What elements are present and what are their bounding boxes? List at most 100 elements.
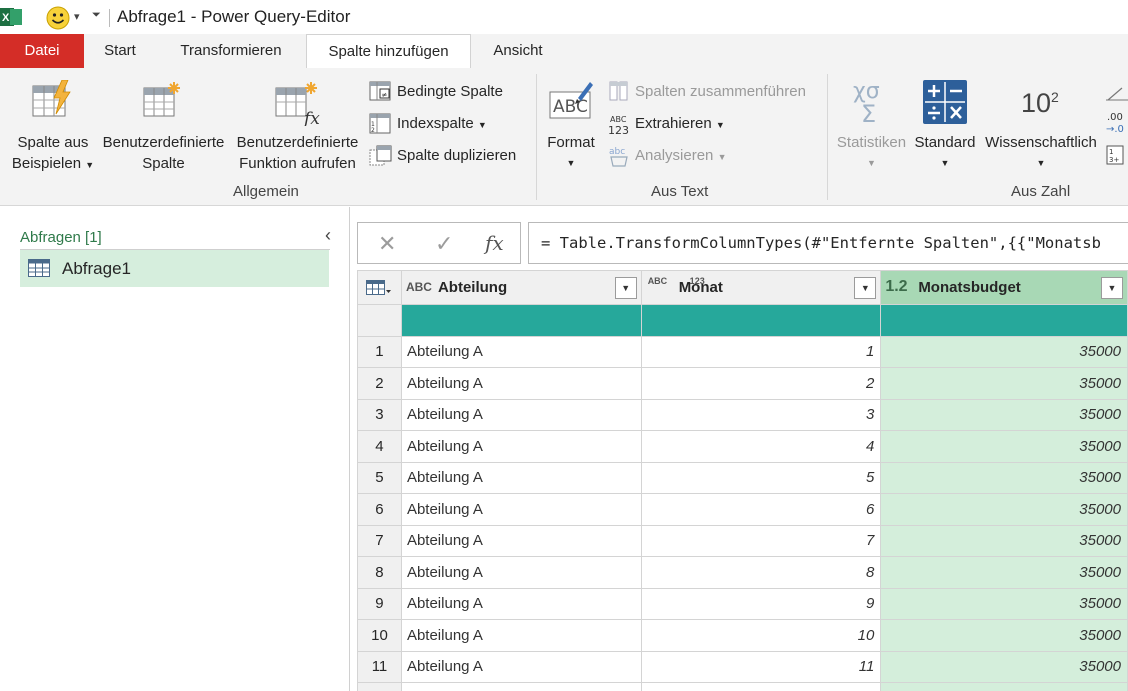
- cell-monat[interactable]: 10: [640, 619, 882, 652]
- decimal-type-icon: 1.2: [885, 278, 908, 295]
- table-row[interactable]: 1 Abteilung A 1 35000: [357, 335, 1128, 368]
- cell-monat[interactable]: 8: [640, 556, 882, 589]
- tab-datei[interactable]: Datei: [0, 34, 84, 68]
- row-number[interactable]: 7: [357, 524, 402, 557]
- table-row[interactable]: 8 Abteilung A 8 35000: [357, 556, 1128, 589]
- cell-monat[interactable]: 1: [640, 335, 882, 368]
- tab-spalte-hinzufuegen[interactable]: Spalte hinzufügen: [306, 34, 471, 69]
- row-number[interactable]: 10: [357, 619, 402, 652]
- cell-abteilung[interactable]: Abteilung A: [400, 524, 642, 557]
- cell-abteilung[interactable]: Abteilung A: [400, 461, 642, 494]
- cell-monatsbudget[interactable]: 35000: [880, 682, 1128, 691]
- smiley-dropdown-icon[interactable]: ▾: [74, 10, 80, 23]
- column-header-monat[interactable]: ABC 123 Monat ▼: [640, 270, 882, 305]
- filter-dropdown-button[interactable]: ▼: [854, 277, 877, 299]
- cell-monat[interactable]: 9: [640, 587, 882, 620]
- column-header-monatsbudget[interactable]: 1.2 Monatsbudget ▼: [880, 270, 1128, 305]
- cell-abteilung[interactable]: Abteilung A: [400, 650, 642, 683]
- row-number[interactable]: 12: [357, 682, 402, 691]
- cell-monatsbudget[interactable]: 35000: [880, 367, 1128, 400]
- cell-monatsbudget[interactable]: 35000: [880, 650, 1128, 683]
- cell-monat[interactable]: 2: [640, 367, 882, 400]
- cell-abteilung[interactable]: Abteilung A: [400, 682, 642, 691]
- cell-monatsbudget[interactable]: 35000: [880, 430, 1128, 463]
- insert-function-icon[interactable]: fx: [485, 231, 504, 255]
- table-row[interactable]: 11 Abteilung A 11 35000: [357, 650, 1128, 683]
- benutzerdefinierte-spalte-label: Benutzerdefinierte Spalte: [102, 134, 225, 172]
- cell-monatsbudget[interactable]: 35000: [880, 398, 1128, 431]
- table-row[interactable]: 3 Abteilung A 3 35000: [357, 398, 1128, 431]
- cell-monat[interactable]: 4: [640, 430, 882, 463]
- table-row[interactable]: 7 Abteilung A 7 35000: [357, 524, 1128, 557]
- smiley-icon[interactable]: [46, 6, 70, 30]
- header-row: ABC Abteilung ▼ ABC 123 Monat ▼ 1.2 Mona…: [357, 270, 1128, 305]
- row-number[interactable]: 8: [357, 556, 402, 589]
- excel-icon: X: [0, 8, 22, 26]
- ribbon: Spalte aus Beispielen ▼ Benutzerdefinier…: [0, 68, 1128, 206]
- table-row[interactable]: 9 Abteilung A 9 35000: [357, 587, 1128, 620]
- row-number[interactable]: 6: [357, 493, 402, 526]
- table-row[interactable]: 2 Abteilung A 2 35000: [357, 367, 1128, 400]
- filter-dropdown-button[interactable]: ▼: [1101, 277, 1123, 299]
- cell-abteilung[interactable]: Abteilung A: [400, 398, 642, 431]
- table-row[interactable]: 4 Abteilung A 4 35000: [357, 430, 1128, 463]
- cancel-icon[interactable]: ✕: [378, 231, 396, 257]
- scientific-icon: 102: [1021, 88, 1059, 118]
- customize-qat-icon[interactable]: ⏷: [92, 9, 101, 22]
- column-quality-bar: [357, 304, 1128, 337]
- cell-monat[interactable]: 7: [640, 524, 882, 557]
- benutzerdefinierte-funktion-label: Benutzerdefinierte Funktion aufrufen: [236, 134, 359, 172]
- tab-ansicht[interactable]: Ansicht: [483, 34, 553, 68]
- row-number[interactable]: 4: [357, 430, 402, 463]
- group-label-aus-text: Aus Text: [651, 183, 709, 200]
- cell-monatsbudget[interactable]: 35000: [880, 335, 1128, 368]
- table-row[interactable]: 10 Abteilung A 10 35000: [357, 619, 1128, 652]
- cell-monatsbudget[interactable]: 35000: [880, 556, 1128, 589]
- cell-abteilung[interactable]: Abteilung A: [400, 367, 642, 400]
- cell-monat[interactable]: 6: [640, 493, 882, 526]
- table-row[interactable]: 5 Abteilung A 5 35000: [357, 461, 1128, 494]
- cell-monat[interactable]: 11: [640, 650, 882, 683]
- tab-transformieren[interactable]: Transformieren: [166, 34, 296, 68]
- query-item-abfrage1[interactable]: Abfrage1: [20, 250, 329, 287]
- svg-text:123: 123: [608, 124, 629, 136]
- cell-monatsbudget[interactable]: 35000: [880, 461, 1128, 494]
- cell-abteilung[interactable]: Abteilung A: [400, 430, 642, 463]
- cell-abteilung[interactable]: Abteilung A: [400, 587, 642, 620]
- filter-dropdown-button[interactable]: ▼: [614, 277, 637, 299]
- data-grid: ABC Abteilung ▼ ABC 123 Monat ▼ 1.2 Mona…: [357, 270, 1128, 691]
- table-row[interactable]: 12Abteilung A1235000: [357, 682, 1128, 691]
- title-bar: X ▾ ⏷ Abfrage1 - Power Query-Editor: [0, 0, 1128, 34]
- column-header-abteilung[interactable]: ABC Abteilung ▼: [400, 270, 642, 305]
- group-separator: [827, 74, 828, 200]
- row-number[interactable]: 1: [357, 335, 402, 368]
- cell-monatsbudget[interactable]: 35000: [880, 587, 1128, 620]
- row-number[interactable]: 11: [357, 650, 402, 683]
- cell-monat[interactable]: 3: [640, 398, 882, 431]
- ribbon-tabs: Datei Start Transformieren Spalte hinzuf…: [0, 34, 1128, 69]
- svg-text:abc: abc: [609, 147, 625, 157]
- extract-icon: ABC 123: [608, 115, 629, 136]
- row-number[interactable]: 3: [357, 398, 402, 431]
- cell-monat[interactable]: 5: [640, 461, 882, 494]
- collapse-pane-icon[interactable]: ‹: [325, 225, 331, 246]
- cell-abteilung[interactable]: Abteilung A: [400, 493, 642, 526]
- group-separator: [536, 74, 537, 200]
- cell-abteilung[interactable]: Abteilung A: [400, 619, 642, 652]
- row-number[interactable]: 2: [357, 367, 402, 400]
- formula-input[interactable]: = Table.TransformColumnTypes(#"Entfernte…: [528, 222, 1128, 264]
- row-number[interactable]: 5: [357, 461, 402, 494]
- commit-check-icon[interactable]: ✓: [435, 231, 453, 257]
- cell-monat[interactable]: 12: [640, 682, 882, 691]
- cell-monatsbudget[interactable]: 35000: [880, 524, 1128, 557]
- cell-abteilung[interactable]: Abteilung A: [400, 335, 642, 368]
- tab-start[interactable]: Start: [96, 34, 144, 68]
- dropdown-arrow-icon: ▼: [867, 158, 876, 168]
- table-menu-button[interactable]: [357, 270, 402, 305]
- row-number[interactable]: 9: [357, 587, 402, 620]
- format-icon: ABC: [549, 82, 593, 119]
- cell-monatsbudget[interactable]: 35000: [880, 493, 1128, 526]
- table-row[interactable]: 6 Abteilung A 6 35000: [357, 493, 1128, 526]
- cell-monatsbudget[interactable]: 35000: [880, 619, 1128, 652]
- cell-abteilung[interactable]: Abteilung A: [400, 556, 642, 589]
